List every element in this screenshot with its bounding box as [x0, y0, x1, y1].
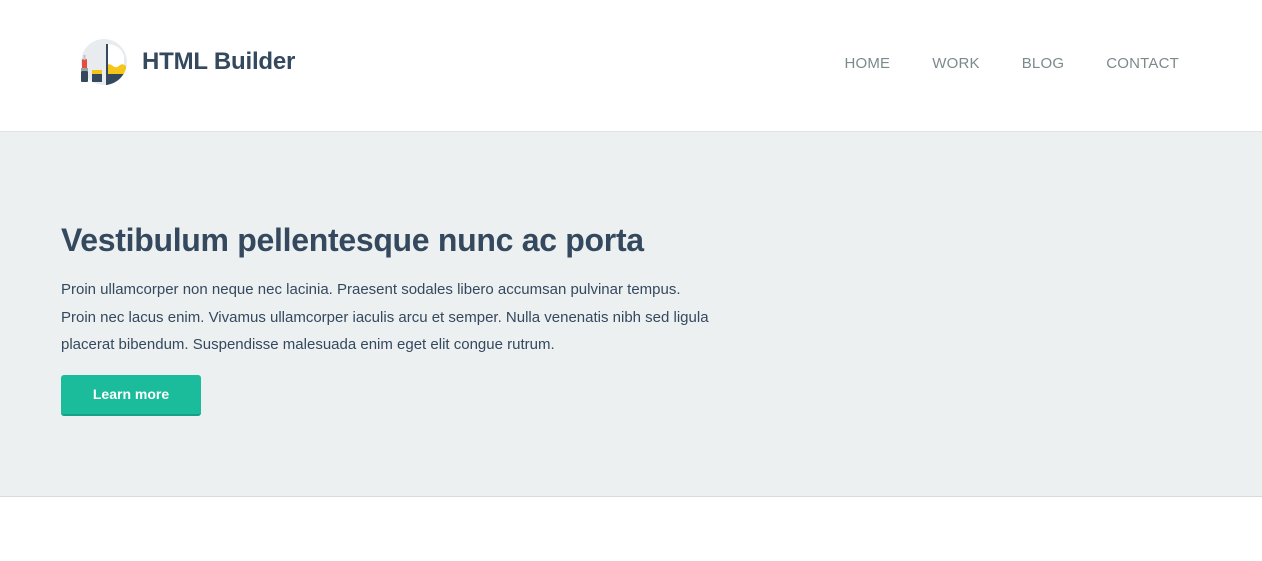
nav-item-work: WORK — [932, 55, 979, 73]
content-area — [0, 497, 1262, 560]
nav-link-work[interactable]: WORK — [932, 55, 979, 72]
hero-title: Vestibulum pellentesque nunc ac porta — [61, 222, 644, 258]
nav-item-contact: CONTACT — [1106, 55, 1179, 73]
nav-item-home: HOME — [844, 55, 890, 73]
nav-link-blog[interactable]: BLOG — [1022, 55, 1064, 72]
brand-link[interactable]: HTML Builder — [80, 38, 295, 86]
hero-content: Vestibulum pellentesque nunc ac porta Pr… — [61, 220, 721, 416]
brand-name: HTML Builder — [142, 48, 296, 75]
hero-description: Proin ullamcorper non neque nec lacinia.… — [61, 281, 709, 353]
nav-link-contact[interactable]: CONTACT — [1106, 55, 1179, 72]
navbar: HTML Builder HOME WORK BLOG CONTACT — [0, 0, 1262, 132]
learn-more-button[interactable]: Learn more — [61, 374, 201, 416]
paintbrush-icon — [81, 39, 127, 85]
nav-link-home[interactable]: HOME — [844, 55, 890, 72]
hero-section: Vestibulum pellentesque nunc ac porta Pr… — [0, 132, 1262, 497]
main-nav: HOME WORK BLOG CONTACT — [844, 55, 1179, 73]
nav-item-blog: BLOG — [1022, 55, 1064, 73]
